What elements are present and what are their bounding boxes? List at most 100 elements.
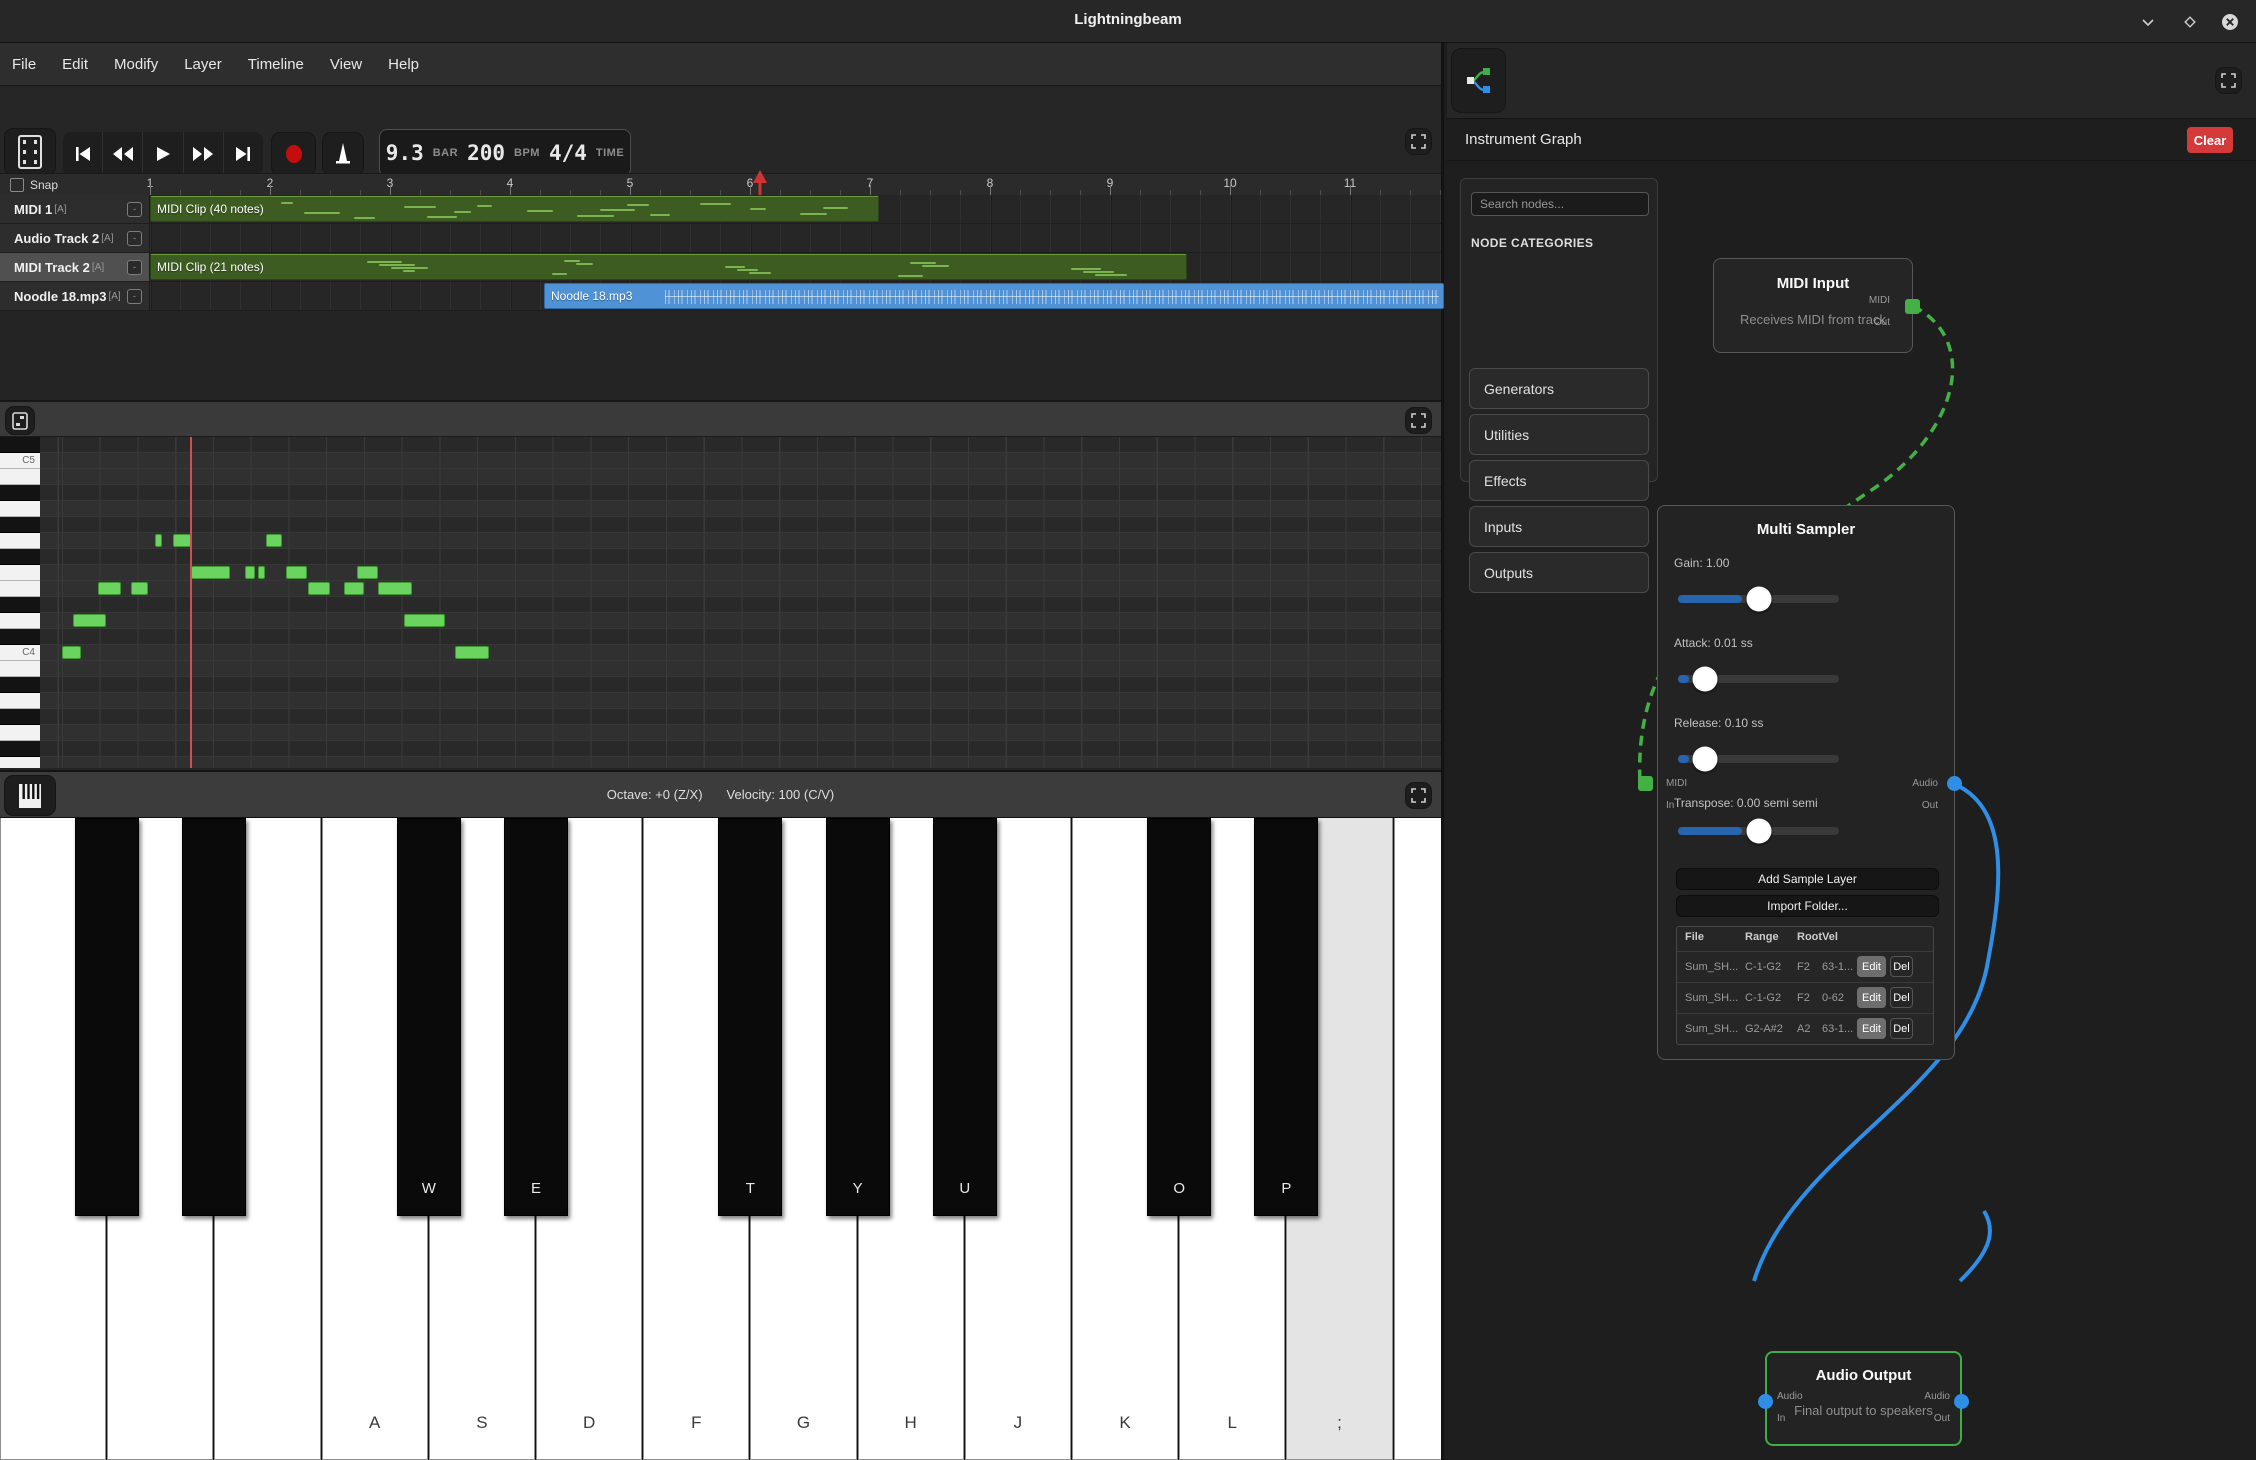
category-inputs[interactable]: Inputs [1469,506,1649,547]
track-name-cell[interactable]: Audio Track 2 [A]- [0,224,150,252]
midi-note[interactable] [155,534,162,547]
slider-knob[interactable] [1746,587,1771,612]
track-name-cell[interactable]: MIDI 1 [A]- [0,195,150,223]
midi-note[interactable] [455,646,489,659]
node-multi-sampler[interactable]: Multi Sampler Gain: 1.00Attack: 0.01 ssR… [1657,505,1955,1060]
midi-note[interactable] [62,646,81,659]
midi-note[interactable] [308,582,330,595]
track-name-cell[interactable]: Noodle 18.mp3 [A]- [0,282,150,310]
node-midi-input[interactable]: MIDI Input Receives MIDI from track MIDI… [1713,258,1913,353]
roll-key-F4[interactable] [0,565,40,581]
roll-key-C5[interactable]: C5 [0,453,40,469]
audio-in-port[interactable] [1758,1394,1773,1409]
media-library-button[interactable] [4,128,56,176]
track-mute-button[interactable]: - [127,202,142,217]
midi-note[interactable] [266,534,282,547]
skip-to-end-button[interactable] [224,132,263,176]
rewind-button[interactable] [103,132,143,176]
clear-graph-button[interactable]: Clear [2187,127,2233,153]
audio-out-port[interactable] [1947,776,1962,791]
midi-in-port[interactable] [1638,776,1653,791]
track-lane[interactable]: MIDI Clip (40 notes) [150,195,1441,223]
roll-key-D4[interactable] [0,613,40,629]
roll-key-F3[interactable] [0,757,40,768]
skip-to-start-button[interactable] [63,132,103,176]
midi-note[interactable] [258,566,265,579]
sample-edit-button[interactable]: Edit [1857,987,1886,1008]
fast-forward-button[interactable] [184,132,224,176]
track-lane[interactable]: MIDI Clip (21 notes) [150,253,1441,281]
import-folder-button[interactable]: Import Folder... [1676,895,1939,917]
menu-file[interactable]: File [12,56,36,73]
track-mute-button[interactable]: - [127,260,142,275]
maximize-icon[interactable] [2178,10,2202,34]
track-mute-button[interactable]: - [127,289,142,304]
tempo-display[interactable]: 9.3 BAR 200 BPM 4/4 TIME [379,129,631,177]
roll-key-B4[interactable] [0,469,40,485]
metronome-button[interactable] [322,132,364,176]
roll-key-A4[interactable] [0,501,40,517]
param-slider[interactable] [1678,827,1839,835]
roll-key-G#3[interactable] [0,709,40,725]
midi-note[interactable] [173,534,191,547]
graph-canvas[interactable]: NODE CATEGORIES GeneratorsUtilitiesEffec… [1447,161,2256,1460]
slider-knob[interactable] [1746,819,1771,844]
roll-key-G4[interactable] [0,533,40,549]
timeline-ruler[interactable]: Snap 1234567891011 [0,173,1441,195]
black-key-U[interactable]: U [933,818,997,1216]
audio-out-port[interactable] [1954,1394,1969,1409]
sample-edit-button[interactable]: Edit [1857,1018,1886,1039]
black-key-O[interactable]: O [1147,818,1211,1216]
sample-del-button[interactable]: Del [1890,1018,1913,1039]
play-button[interactable] [143,132,183,176]
node-audio-output[interactable]: Audio Output Final output to speakers Au… [1765,1351,1962,1446]
roll-key-E4[interactable] [0,581,40,597]
midi-note[interactable] [378,582,412,595]
midi-note[interactable] [73,614,106,627]
black-key-Y[interactable]: Y [826,818,890,1216]
param-slider[interactable] [1678,755,1839,763]
black-key-P[interactable]: P [1254,818,1318,1216]
minimize-icon[interactable] [2136,10,2160,34]
timeline-expand-button[interactable] [1405,128,1432,155]
midi-note[interactable] [344,582,364,595]
black-key-E[interactable]: E [504,818,568,1216]
menu-view[interactable]: View [330,56,362,73]
midi-note[interactable] [357,566,378,579]
roll-key-C#5[interactable] [0,437,40,453]
track-lane[interactable]: Noodle 18.mp3 [150,282,1441,310]
category-outputs[interactable]: Outputs [1469,552,1649,593]
roll-key-A#4[interactable] [0,485,40,501]
param-slider[interactable] [1678,675,1839,683]
sample-del-button[interactable]: Del [1890,987,1913,1008]
piano-roll-expand-button[interactable] [1405,407,1432,434]
midi-note[interactable] [98,582,121,595]
midi-note[interactable] [131,582,148,595]
black-key[interactable] [182,818,246,1216]
piano-roll-view-button[interactable] [5,406,35,435]
clip-midi[interactable]: MIDI Clip (21 notes) [150,254,1187,280]
roll-key-F#3[interactable] [0,741,40,757]
track-mute-button[interactable]: - [127,231,142,246]
midi-note[interactable] [191,566,230,579]
black-key[interactable] [75,818,139,1216]
menu-help[interactable]: Help [388,56,419,73]
slider-knob[interactable] [1693,747,1718,772]
category-generators[interactable]: Generators [1469,368,1649,409]
menu-timeline[interactable]: Timeline [248,56,304,73]
search-input[interactable] [1471,192,1649,216]
roll-key-C4[interactable]: C4 [0,645,40,661]
record-button[interactable] [271,132,316,176]
piano-roll[interactable]: C5 C4 [0,437,1441,768]
midi-note[interactable] [245,566,255,579]
category-effects[interactable]: Effects [1469,460,1649,501]
clip-audio[interactable]: Noodle 18.mp3 [544,283,1444,309]
piano-roll-playhead[interactable] [190,437,192,768]
slider-knob[interactable] [1693,667,1718,692]
category-utilities[interactable]: Utilities [1469,414,1649,455]
sample-edit-button[interactable]: Edit [1857,956,1886,977]
close-icon[interactable] [2218,10,2242,34]
keyboard-expand-button[interactable] [1405,782,1432,809]
roll-key-G#4[interactable] [0,517,40,533]
graph-tab-button[interactable] [1451,48,1506,113]
